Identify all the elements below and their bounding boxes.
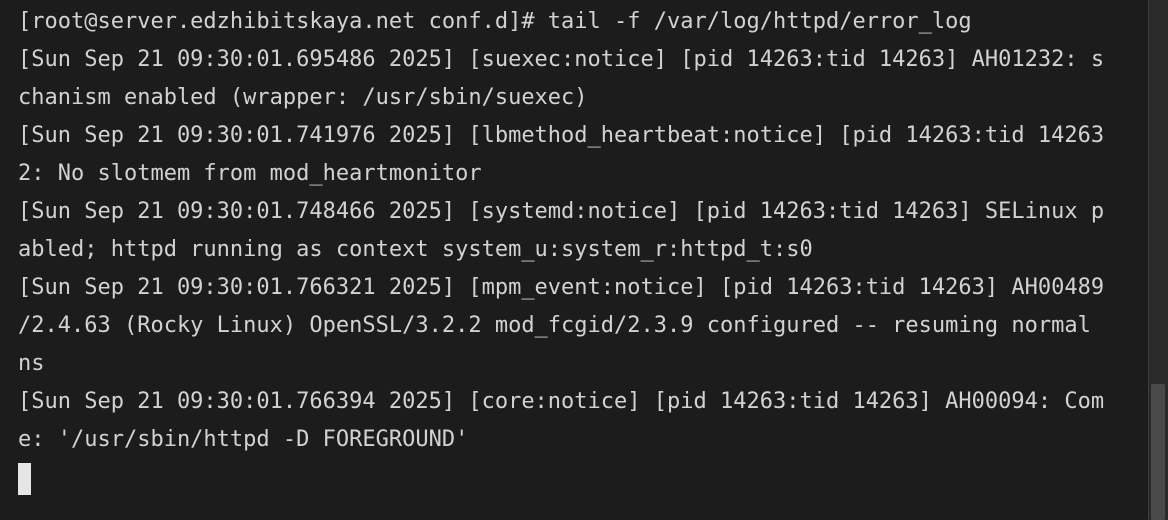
terminal-window[interactable]: [root@server.edzhibitskaya.net conf.d]# … xyxy=(0,0,1148,520)
log-line: [Sun Sep 21 09:30:01.741976 2025] [lbmet… xyxy=(18,123,1105,148)
log-line: ns xyxy=(18,351,45,376)
prompt-line: [root@server.edzhibitskaya.net conf.d]# … xyxy=(18,9,972,34)
log-line: [Sun Sep 21 09:30:01.695486 2025] [suexe… xyxy=(18,47,1105,72)
log-line: [Sun Sep 21 09:30:01.748466 2025] [syste… xyxy=(18,199,1105,224)
log-line: chanism enabled (wrapper: /usr/sbin/suex… xyxy=(18,85,588,110)
log-line: abled; httpd running as context system_u… xyxy=(18,237,813,262)
terminal-output: [root@server.edzhibitskaya.net conf.d]# … xyxy=(18,7,1146,501)
text-cursor xyxy=(18,463,31,495)
log-line: [Sun Sep 21 09:30:01.766321 2025] [mpm_e… xyxy=(18,275,1105,300)
log-line: e: '/usr/sbin/httpd -D FOREGROUND' xyxy=(18,427,469,452)
log-line: [Sun Sep 21 09:30:01.766394 2025] [core:… xyxy=(18,389,1105,414)
log-line: /2.4.63 (Rocky Linux) OpenSSL/3.2.2 mod_… xyxy=(18,313,1091,338)
scrollbar-thumb[interactable] xyxy=(1151,384,1165,520)
cursor-line[interactable] xyxy=(18,463,1146,501)
log-line: 2: No slotmem from mod_heartmonitor xyxy=(18,161,482,186)
